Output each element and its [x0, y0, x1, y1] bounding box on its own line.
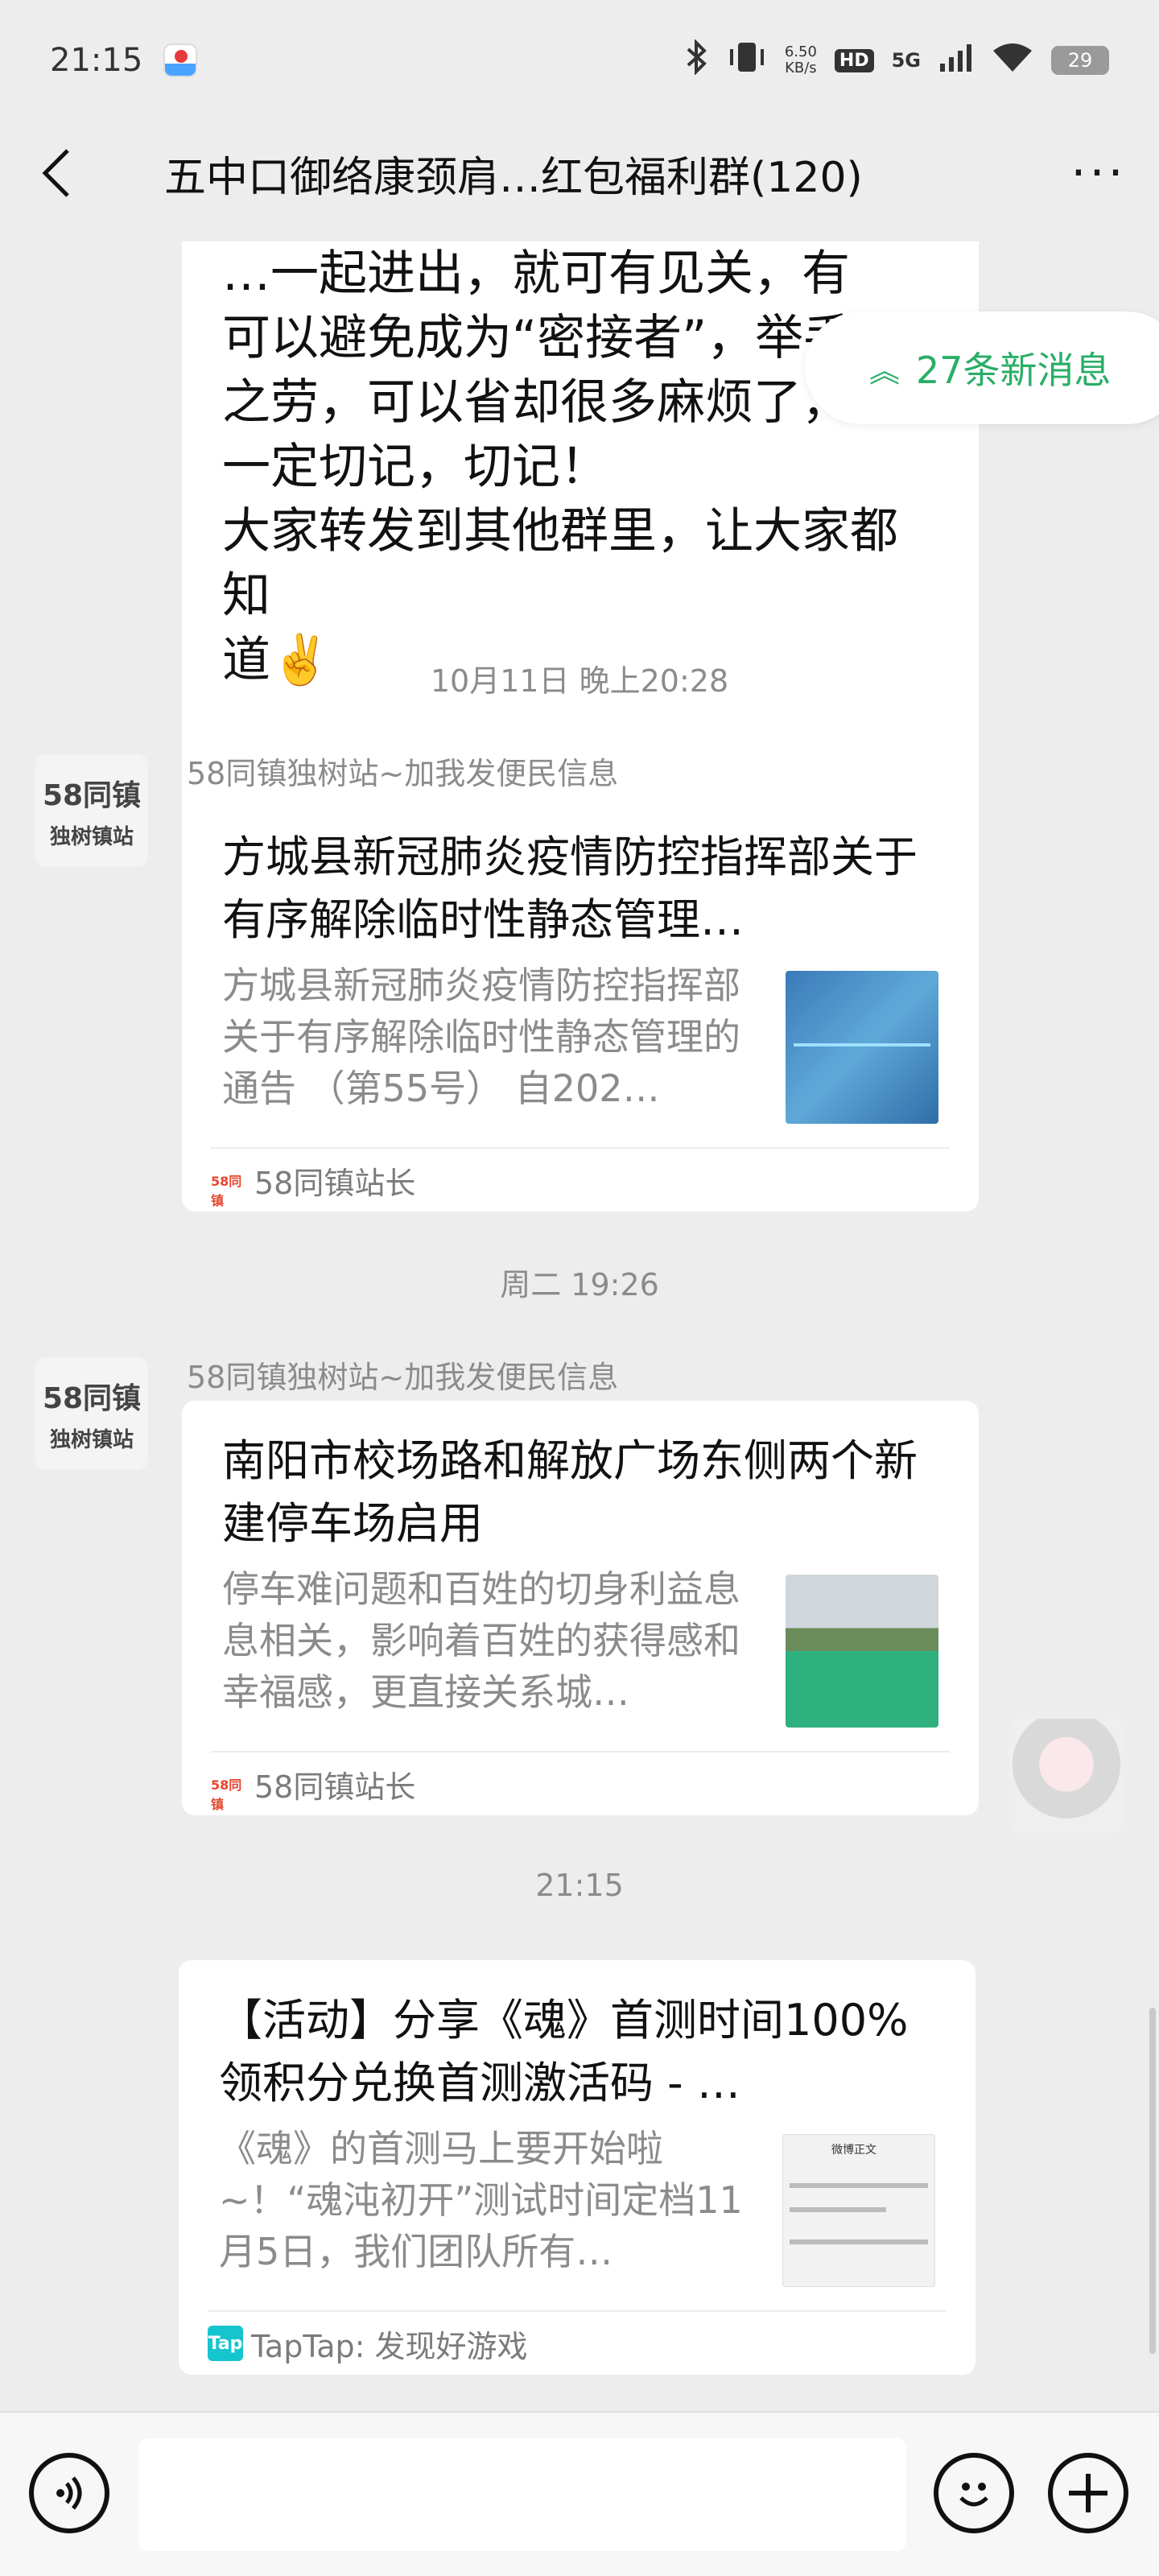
- link-card[interactable]: 方城县新冠肺炎疫情防控指挥部关于有序解除临时性静态管理… 方城县新冠肺炎疫情防控…: [182, 797, 979, 1212]
- link-card[interactable]: 【活动】分享《魂》首测时间100%领积分兑换首测激活码 - … 《魂》的首测马上…: [179, 1960, 975, 2375]
- card-description: 《魂》的首测马上要开始啦~！“魂沌初开”测试时间定档11月5日，我们团队所有…: [219, 2127, 743, 2273]
- card-source: 58同镇 58同镇站长: [211, 1751, 950, 1815]
- chat-title: 五中口御络康颈肩…红包福利群(120): [164, 153, 863, 202]
- card-source: Tap TapTap: 发现好游戏: [208, 2310, 947, 2375]
- avatar-subtitle: 独树镇站: [49, 1427, 134, 1452]
- card-thumbnail: [786, 1575, 938, 1728]
- app-notification-icon: [163, 43, 198, 77]
- timestamp: 21:15: [535, 1868, 624, 1903]
- 58-logo-icon: 58同镇: [211, 1174, 242, 1208]
- card-title: 【活动】分享《魂》首测时间100%领积分兑换首测激活码 - …: [219, 1995, 909, 2108]
- taptap-logo-icon: Tap: [208, 2326, 243, 2361]
- new-messages-button[interactable]: ︽ 27条新消息: [805, 312, 1159, 424]
- text-line: …一起进出，就可有见关，有: [222, 246, 850, 302]
- text-line: 一定切记，切记！: [222, 439, 608, 495]
- vibrate-icon: [727, 39, 767, 82]
- chat-area[interactable]: …一起进出，就可有见关，有 可以避免成为“密接者”，举手 之劳，可以省却很多麻烦…: [0, 242, 1159, 2407]
- sender-avatar[interactable]: 58同镇 独树镇站: [35, 754, 148, 867]
- wifi-icon: [992, 41, 1033, 80]
- hd-badge: HD: [834, 48, 874, 72]
- emoji-button[interactable]: [934, 2453, 1014, 2533]
- card-thumbnail: 微博正文: [782, 2134, 935, 2287]
- avatar-brand: 58同镇: [42, 1381, 142, 1415]
- 58-logo-icon: 58同镇: [211, 1777, 242, 1812]
- sender-name: 58同镇独树站~加我发便民信息: [187, 756, 619, 791]
- battery-indicator: 29: [1051, 46, 1109, 75]
- card-description: 停车难问题和百姓的切身利益息息相关，影响着百姓的获得感和幸福感，更直接关系城…: [222, 1567, 740, 1714]
- new-messages-label: 27条新消息: [916, 349, 1112, 392]
- plus-icon: [1069, 2474, 1107, 2512]
- text-line: 大家转发到其他群里，让大家都知: [222, 503, 898, 624]
- scrollbar[interactable]: [1149, 2008, 1156, 2354]
- message-input[interactable]: [138, 2438, 906, 2551]
- thumbnail-label: 微博正文: [831, 2144, 876, 2157]
- timestamp: 10月11日 晚上20:28: [430, 663, 729, 699]
- card-source: 58同镇 58同镇站长: [211, 1147, 950, 1212]
- net-speed-value: 6.50: [784, 43, 817, 60]
- emoji-icon: [959, 2483, 988, 2507]
- more-functions-button[interactable]: [1048, 2453, 1128, 2533]
- chat-header: 五中口御络康颈肩…红包福利群(120) ···: [0, 121, 1159, 225]
- more-options-button[interactable]: ···: [1038, 121, 1159, 225]
- avatar-subtitle: 独树镇站: [49, 824, 134, 849]
- sender-name: 58同镇独树站~加我发便民信息: [187, 1360, 619, 1395]
- double-chevron-up-icon: ︽: [869, 353, 901, 389]
- signal-icon: [938, 43, 974, 79]
- status-indicators: 6.50 KB/s HD 5G 29: [685, 38, 1109, 82]
- self-avatar[interactable]: [1009, 1719, 1124, 1833]
- avatar-brand: 58同镇: [42, 778, 142, 812]
- back-button[interactable]: [0, 121, 113, 225]
- net-speed-unit: KB/s: [785, 60, 817, 76]
- card-title: 南阳市校场路和解放广场东侧两个新建停车场启用: [222, 1435, 918, 1549]
- voice-input-button[interactable]: [29, 2453, 109, 2533]
- net-speed: 6.50 KB/s: [785, 44, 817, 76]
- voice-icon: [56, 2476, 82, 2510]
- source-label: TapTap: 发现好游戏: [251, 2328, 528, 2364]
- status-bar: 21:15 6.50 KB/s HD 5G 29: [0, 0, 1159, 121]
- card-description: 方城县新冠肺炎疫情防控指挥部 关于有序解除临时性静态管理的通告 （第55号） 自…: [222, 964, 740, 1110]
- card-title: 方城县新冠肺炎疫情防控指挥部关于有序解除临时性静态管理…: [222, 832, 918, 945]
- card-thumbnail: [786, 971, 938, 1124]
- source-label: 58同镇站长: [254, 1165, 416, 1201]
- bluetooth-icon: [685, 38, 709, 82]
- timestamp: 周二 19:26: [500, 1267, 659, 1302]
- chevron-left-icon: [42, 149, 69, 197]
- status-time: 21:15: [50, 42, 143, 79]
- network-type: 5G: [891, 49, 921, 72]
- input-bar: [0, 2411, 1159, 2576]
- sender-avatar[interactable]: 58同镇 独树镇站: [35, 1357, 148, 1470]
- source-label: 58同镇站长: [254, 1769, 416, 1805]
- link-card[interactable]: 南阳市校场路和解放广场东侧两个新建停车场启用 停车难问题和百姓的切身利益息息相关…: [182, 1401, 979, 1815]
